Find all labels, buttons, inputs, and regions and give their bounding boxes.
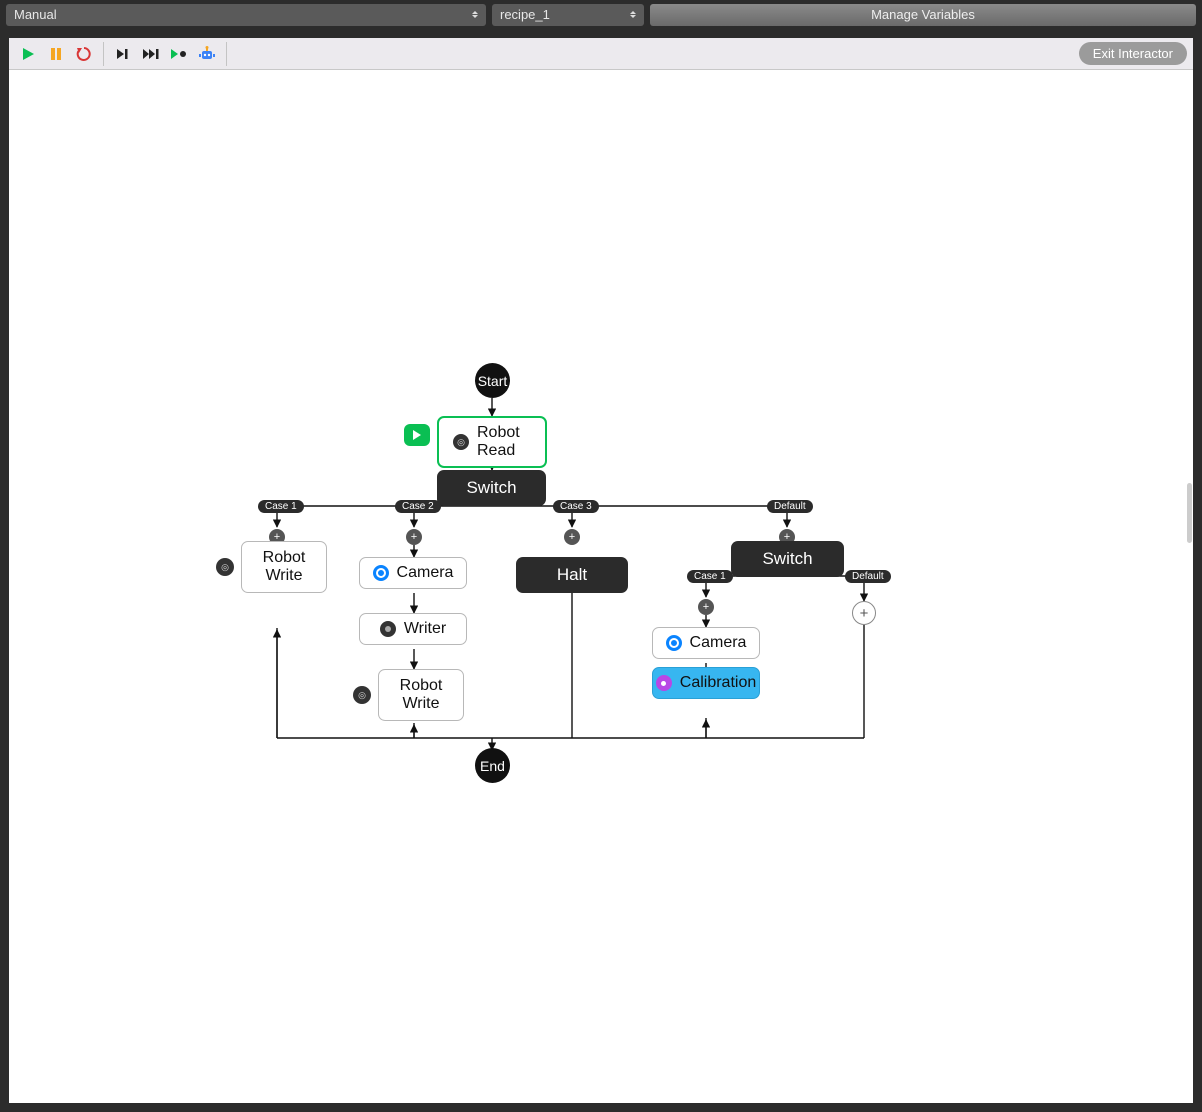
pause-icon — [49, 47, 63, 61]
calibration-label: Calibration — [680, 674, 756, 692]
default-label[interactable]: Default — [767, 500, 813, 513]
reset-icon — [76, 46, 92, 62]
switch-label: Switch — [466, 478, 516, 498]
mode-select-value: Manual — [14, 7, 57, 22]
run-to-icon — [170, 47, 188, 61]
case-1-label[interactable]: Case 1 — [258, 500, 304, 513]
run-to-button[interactable] — [166, 41, 192, 67]
start-label: Start — [478, 373, 508, 389]
robot-icon — [353, 686, 371, 704]
robot-tool-button[interactable] — [194, 41, 220, 67]
end-node[interactable]: End — [475, 748, 510, 783]
add-node-button[interactable]: + — [698, 599, 714, 615]
exit-interactor-button[interactable]: Exit Interactor — [1079, 42, 1187, 65]
switch-node[interactable]: Switch — [731, 541, 844, 577]
switch-node[interactable]: Switch — [437, 470, 546, 506]
mode-select[interactable]: Manual — [6, 4, 486, 26]
end-label: End — [480, 758, 505, 774]
camera-icon — [373, 565, 389, 581]
case-1-label[interactable]: Case 1 — [687, 570, 733, 583]
canvas-frame: Exit Interactor — [9, 38, 1193, 1103]
robot-icon — [216, 558, 234, 576]
play-icon — [21, 47, 35, 61]
flow-canvas[interactable]: Start Robot Read Switch Case 1 + Case 2 … — [9, 70, 1193, 1103]
chevron-updown-icon — [630, 9, 638, 21]
calibration-icon — [656, 675, 672, 691]
camera-icon — [666, 635, 682, 651]
switch-label: Switch — [762, 549, 812, 569]
pause-button[interactable] — [43, 41, 69, 67]
writer-node[interactable]: Writer — [359, 613, 467, 645]
start-node[interactable]: Start — [475, 363, 510, 398]
step-end-button[interactable] — [138, 41, 164, 67]
separator — [226, 42, 227, 66]
chevron-updown-icon — [472, 9, 480, 21]
case-2-label[interactable]: Case 2 — [395, 500, 441, 513]
robot-icon — [198, 46, 216, 62]
add-node-button[interactable]: + — [564, 529, 580, 545]
manage-variables-button[interactable]: Manage Variables — [650, 4, 1196, 26]
writer-icon — [380, 621, 396, 637]
active-indicator-icon — [404, 424, 430, 446]
step-over-button[interactable] — [110, 41, 136, 67]
camera-label: Camera — [397, 564, 454, 582]
robot-read-label: Robot Read — [477, 424, 531, 460]
add-node-button[interactable]: + — [406, 529, 422, 545]
robot-write-node[interactable]: Robot Write — [241, 541, 327, 593]
case-3-label[interactable]: Case 3 — [553, 500, 599, 513]
workarea: Exit Interactor — [0, 29, 1202, 1112]
reset-button[interactable] — [71, 41, 97, 67]
toolbar: Exit Interactor — [9, 38, 1193, 70]
writer-label: Writer — [404, 620, 446, 638]
default-label[interactable]: Default — [845, 570, 891, 583]
step-over-icon — [115, 47, 131, 61]
robot-write-label: Robot Write — [400, 677, 443, 712]
recipe-select[interactable]: recipe_1 — [492, 4, 644, 26]
camera-node[interactable]: Camera — [652, 627, 760, 659]
add-branch-button[interactable]: + — [852, 601, 876, 625]
step-end-icon — [142, 47, 160, 61]
camera-label: Camera — [690, 634, 747, 652]
robot-write-node[interactable]: Robot Write — [378, 669, 464, 721]
robot-read-node[interactable]: Robot Read — [437, 416, 547, 468]
scrollbar[interactable] — [1187, 483, 1192, 543]
calibration-node[interactable]: Calibration — [652, 667, 760, 699]
topbar: Manual recipe_1 Manage Variables — [0, 0, 1202, 29]
camera-node[interactable]: Camera — [359, 557, 467, 589]
robot-icon — [453, 434, 469, 450]
recipe-select-value: recipe_1 — [500, 7, 550, 22]
robot-write-label: Robot Write — [263, 549, 306, 584]
separator — [103, 42, 104, 66]
halt-label: Halt — [557, 565, 587, 585]
halt-node[interactable]: Halt — [516, 557, 628, 593]
play-button[interactable] — [15, 41, 41, 67]
